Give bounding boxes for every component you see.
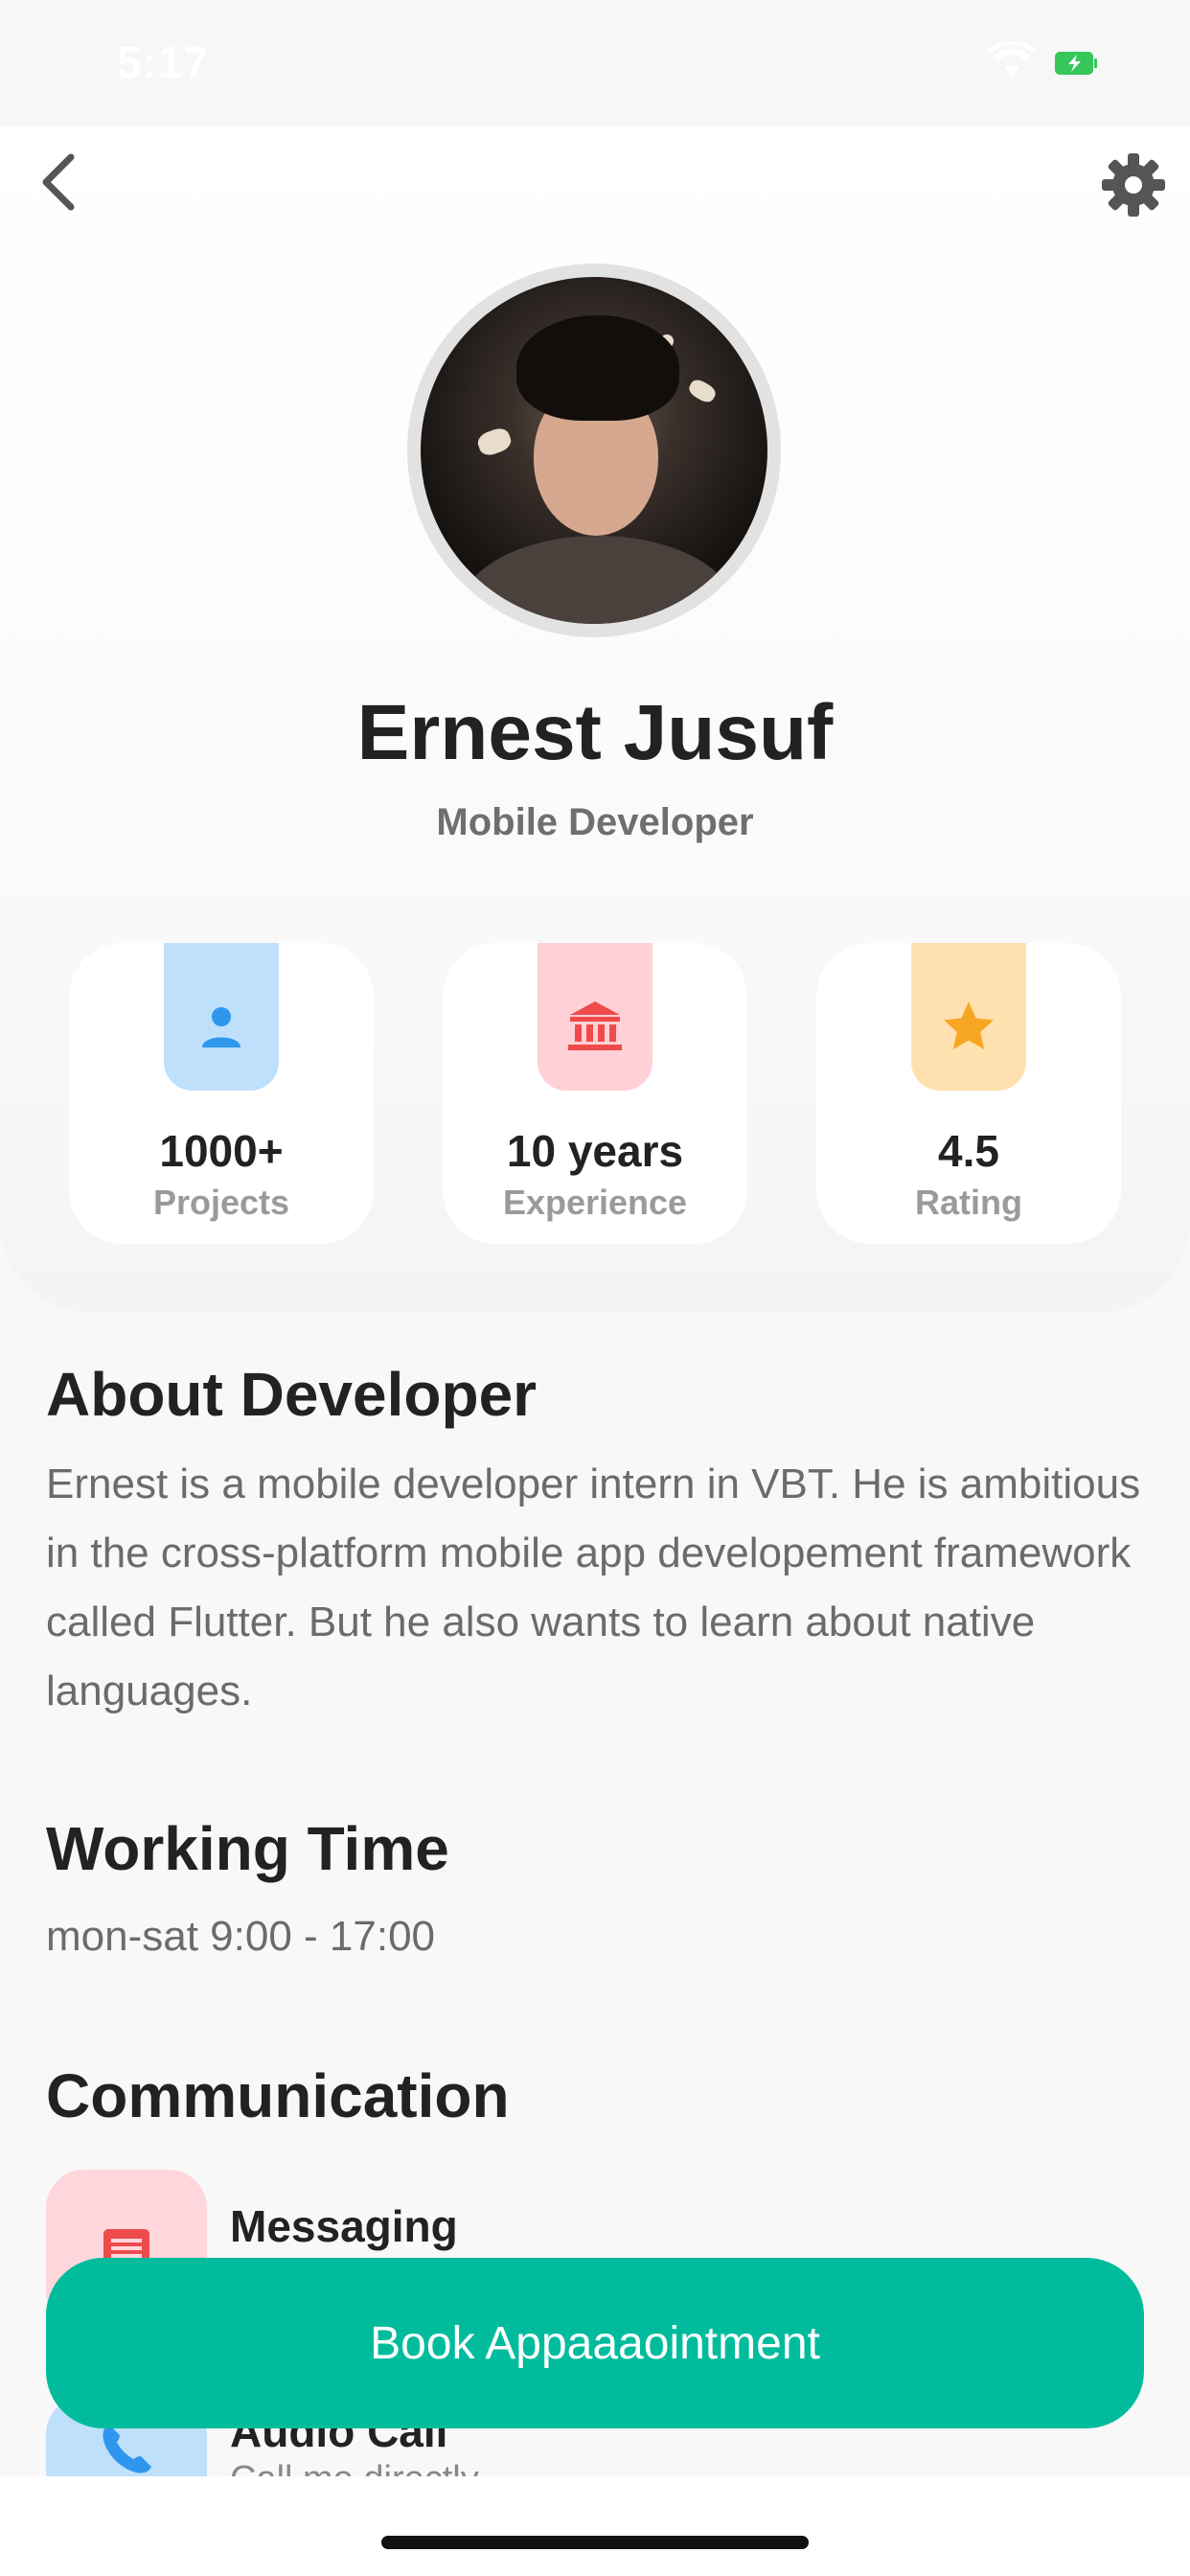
working-time-text: mon-sat 9:00 - 17:00	[46, 1913, 436, 1960]
stat-label: Rating	[915, 1183, 1022, 1222]
chevron-left-icon	[42, 153, 75, 211]
stat-card-projects: 1000+ Projects	[69, 943, 374, 1244]
stat-tab	[911, 943, 1026, 1091]
profile-role: Mobile Developer	[436, 801, 754, 843]
book-appointment-button[interactable]: Book Appaaaointment	[46, 2258, 1144, 2428]
working-time-title: Working Time	[46, 1814, 449, 1883]
back-button[interactable]	[29, 144, 90, 220]
wifi-icon	[987, 42, 1037, 77]
stat-label: Experience	[502, 1183, 688, 1222]
stat-card-rating: 4.5 Rating	[816, 943, 1121, 1244]
stat-value: 10 years	[506, 1126, 684, 1176]
stat-value: 1000+	[159, 1126, 284, 1176]
about-title: About Developer	[46, 1360, 538, 1429]
person-icon	[202, 1007, 240, 1047]
gear-icon	[1102, 153, 1165, 217]
stat-card-experience: 10 years Experience	[443, 943, 747, 1244]
about-text: Ernest is a mobile developer intern in V…	[46, 1460, 1141, 1714]
stat-value: 4.5	[938, 1126, 999, 1176]
messaging-title: Messaging	[230, 2201, 458, 2251]
status-time: 5:17	[117, 37, 210, 87]
star-icon	[944, 1001, 994, 1049]
stat-tab	[164, 943, 279, 1091]
home-indicator[interactable]	[381, 2536, 809, 2549]
battery-icon	[1055, 52, 1097, 75]
bank-icon	[568, 1001, 622, 1050]
profile-screen: 5:17 Ernest Jusuf Mobile Developer 1000+…	[0, 0, 1190, 2576]
profile-name: Ernest Jusuf	[356, 689, 834, 776]
bottom-safe-area	[0, 2476, 1190, 2576]
stat-label: Projects	[152, 1183, 290, 1222]
communication-title: Communication	[46, 2061, 510, 2130]
settings-button[interactable]	[1100, 151, 1167, 218]
avatar	[421, 277, 767, 624]
stat-tab	[538, 943, 652, 1091]
avatar-ring	[407, 264, 781, 637]
status-bar: 5:17	[0, 0, 1190, 126]
